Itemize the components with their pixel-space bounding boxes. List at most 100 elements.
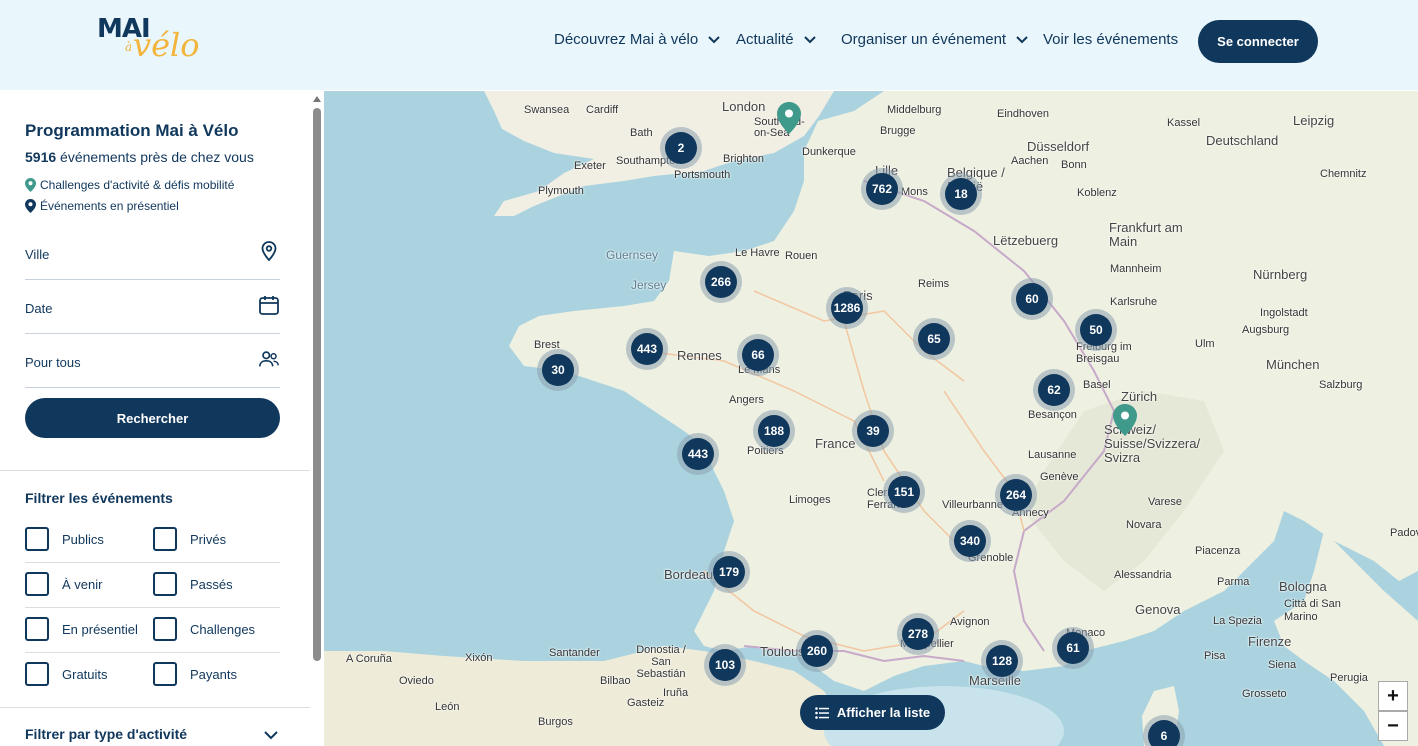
filter-prives-label: Privés <box>190 531 227 547</box>
checkbox[interactable] <box>25 617 49 641</box>
events-map[interactable]: Swansea Cardiff London Southend-on-Sea B… <box>324 91 1418 746</box>
audience-field[interactable]: Pour tous <box>25 344 280 388</box>
challenge-pin-icon[interactable] <box>1113 404 1137 436</box>
cluster-count: 18 <box>945 178 977 210</box>
map-label: London <box>722 99 766 114</box>
sidebar-scrollbar[interactable] <box>313 108 321 661</box>
event-cluster[interactable]: 179 <box>708 551 750 593</box>
event-cluster[interactable]: 340 <box>949 520 991 562</box>
checkbox[interactable] <box>153 527 177 551</box>
filter-a-venir[interactable]: À venir <box>25 572 102 596</box>
map-label: Eindhoven <box>997 108 1049 120</box>
event-cluster[interactable]: 443 <box>626 328 668 370</box>
event-cluster[interactable]: 278 <box>897 613 939 655</box>
cluster-count: 60 <box>1016 283 1048 315</box>
map-label: Varese <box>1148 496 1183 508</box>
event-cluster[interactable]: 1286 <box>826 287 868 329</box>
filter-title: Filtrer les événements <box>25 490 173 506</box>
map-label: Limoges <box>789 494 831 506</box>
event-cluster[interactable]: 50 <box>1075 309 1117 351</box>
activity-type-filter[interactable]: Filtrer par type d'activité <box>25 726 187 742</box>
event-cluster[interactable]: 260 <box>796 630 838 672</box>
event-cluster[interactable]: 39 <box>852 410 894 452</box>
event-cluster[interactable]: 60 <box>1011 278 1053 320</box>
show-list-button[interactable]: Afficher la liste <box>800 695 945 730</box>
login-button[interactable]: Se connecter <box>1198 20 1318 63</box>
filter-prives[interactable]: Privés <box>153 527 226 551</box>
cluster-count: 128 <box>986 645 1018 677</box>
event-cluster[interactable]: 30 <box>537 349 579 391</box>
event-cluster[interactable]: 65 <box>913 318 955 360</box>
map-label: Xixón <box>465 652 493 664</box>
map-label: Siena <box>1268 659 1297 671</box>
checkbox[interactable] <box>153 617 177 641</box>
checkbox[interactable] <box>25 527 49 551</box>
event-cluster[interactable]: 443 <box>677 433 719 475</box>
cluster-count: 266 <box>705 266 737 298</box>
map-label: Angers <box>729 394 764 406</box>
event-cluster[interactable]: 128 <box>981 640 1023 682</box>
map-label: Aachen <box>1011 155 1049 167</box>
map-label: Bilbao <box>600 675 631 687</box>
calendar-icon <box>259 296 279 315</box>
filter-publics[interactable]: Publics <box>25 527 104 551</box>
filter-passes[interactable]: Passés <box>153 572 233 596</box>
cluster-count: 151 <box>888 476 920 508</box>
map-label: Bologna <box>1279 579 1327 594</box>
map-label: Swansea <box>524 104 570 116</box>
nav-organiser[interactable]: Organiser un événement <box>841 31 1028 48</box>
nav-actualite[interactable]: Actualité <box>736 31 816 48</box>
event-cluster[interactable]: 188 <box>753 410 795 452</box>
city-field[interactable]: Ville <box>25 236 280 280</box>
map-label: France <box>815 436 856 451</box>
map-label: A Coruña <box>346 653 392 665</box>
event-cluster[interactable]: 61 <box>1052 627 1094 669</box>
map-label: Koblenz <box>1077 187 1117 199</box>
event-cluster[interactable]: 762 <box>861 168 903 210</box>
challenge-pin-icon[interactable] <box>777 102 801 134</box>
nav-decouvrez[interactable]: Découvrez Mai à vélo <box>554 31 720 48</box>
filter-challenges[interactable]: Challenges <box>153 617 255 641</box>
checkbox[interactable] <box>153 572 177 596</box>
cluster-count: 260 <box>801 635 833 667</box>
filter-gratuits[interactable]: Gratuits <box>25 662 108 686</box>
zoom-out-button[interactable]: − <box>1378 711 1408 741</box>
map-label: Mons <box>901 186 928 198</box>
map-label: Karlsruhe <box>1110 296 1158 308</box>
chevron-down-icon[interactable] <box>264 731 278 740</box>
map-label: Chemnitz <box>1320 168 1367 180</box>
map-label: Basel <box>1083 379 1111 391</box>
event-cluster[interactable]: 266 <box>700 261 742 303</box>
checkbox[interactable] <box>153 662 177 686</box>
cluster-count: 50 <box>1080 314 1112 346</box>
filter-payants[interactable]: Payants <box>153 662 237 686</box>
search-button[interactable]: Rechercher <box>25 398 280 438</box>
event-cluster[interactable]: 103 <box>704 644 746 686</box>
map-label: Donostia / San Sebastián <box>636 644 686 680</box>
event-cluster[interactable]: 66 <box>737 334 779 376</box>
map-label: La Spezia <box>1213 615 1262 627</box>
event-cluster[interactable]: 151 <box>883 471 925 513</box>
date-field[interactable]: Date <box>25 290 280 334</box>
nav-voir-evenements[interactable]: Voir les événements <box>1043 31 1178 48</box>
event-cluster[interactable]: 264 <box>995 474 1037 516</box>
event-cluster[interactable]: 62 <box>1033 369 1075 411</box>
logo-a-text: à <box>125 40 133 54</box>
map-label: Genève <box>1040 471 1079 483</box>
event-cluster[interactable]: 2 <box>660 127 702 169</box>
legend-challenges: Challenges d'activité & défis mobilité <box>25 178 234 192</box>
mai-a-velo-logo[interactable]: MAI à vélo <box>97 14 207 66</box>
map-label: Gasteiz <box>627 697 665 709</box>
cluster-count: 66 <box>742 339 774 371</box>
zoom-in-button[interactable]: + <box>1378 681 1408 711</box>
scroll-up-arrow-icon[interactable] <box>313 96 321 102</box>
cluster-count: 2 <box>665 132 697 164</box>
nav-actualite-label: Actualité <box>736 31 794 48</box>
checkbox[interactable] <box>25 572 49 596</box>
filter-en-presentiel[interactable]: En présentiel <box>25 617 138 641</box>
map-label: Lëtzebuerg <box>993 233 1059 248</box>
date-field-label: Date <box>25 301 53 316</box>
map-label: Parma <box>1217 576 1250 588</box>
checkbox[interactable] <box>25 662 49 686</box>
event-cluster[interactable]: 18 <box>940 173 982 215</box>
